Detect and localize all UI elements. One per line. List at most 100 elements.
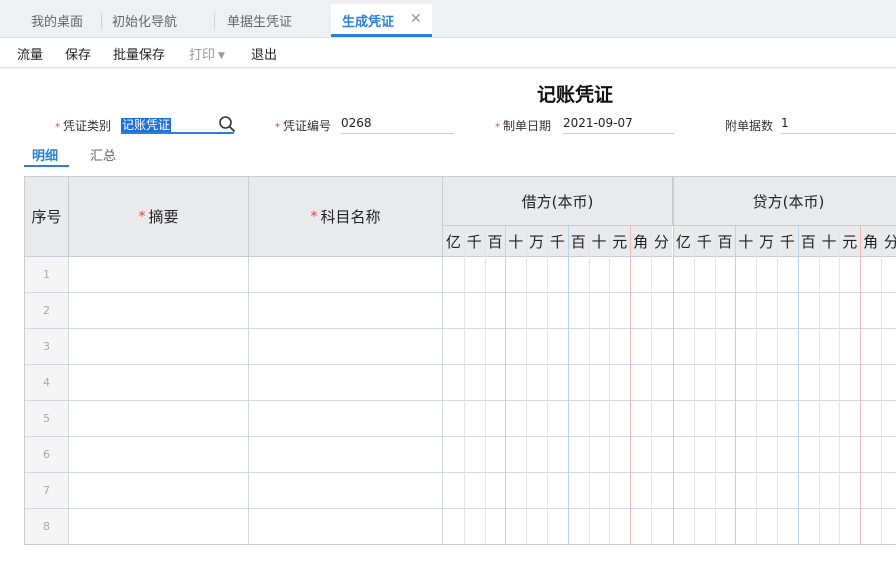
print-button[interactable]: 打印 ▼ xyxy=(189,44,225,63)
debit-digit-header: 亿 xyxy=(443,226,464,257)
row-number: 5 xyxy=(25,401,69,437)
debit-digit-header: 十 xyxy=(588,226,610,257)
tab-desktop[interactable]: 我的桌面 xyxy=(31,11,83,31)
amount-cell[interactable] xyxy=(443,473,896,509)
search-icon[interactable] xyxy=(218,115,236,133)
col-header-credit: 贷方(本币) xyxy=(673,177,896,226)
row-number: 1 xyxy=(25,257,69,293)
credit-digit-header: 角 xyxy=(860,226,881,257)
toolbar: 流量 保存 批量保存 打印 ▼ 退出 xyxy=(0,38,896,68)
amount-cell[interactable] xyxy=(443,401,896,437)
required-mark: * xyxy=(310,208,318,225)
digit-divider xyxy=(714,226,716,544)
subject-cell[interactable] xyxy=(249,401,443,437)
credit-digit-header: 百 xyxy=(714,226,736,257)
tab-doc-voucher[interactable]: 单据生凭证 xyxy=(227,11,292,31)
credit-digit-header: 百 xyxy=(797,226,819,257)
amount-cell[interactable] xyxy=(443,509,896,544)
col-header-seq: 序号 xyxy=(25,177,69,257)
digit-divider xyxy=(797,226,799,544)
voucher-number-input[interactable]: 0268 xyxy=(341,116,454,134)
subtab-summary[interactable]: 汇总 xyxy=(90,145,116,164)
credit-digit-header: 千 xyxy=(693,226,715,257)
voucher-number-label: * 凭证编号 xyxy=(275,117,331,134)
credit-digit-header: 十 xyxy=(735,226,757,257)
row-number: 2 xyxy=(25,293,69,329)
col-header-summary-text: 摘要 xyxy=(148,208,179,226)
credit-digit-header: 亿 xyxy=(673,226,694,257)
amount-cell[interactable] xyxy=(443,437,896,473)
tab-bar: 我的桌面 初始化导航 单据生凭证 生成凭证 ✕ xyxy=(0,0,896,38)
debit-digit-header: 百 xyxy=(567,226,589,257)
chevron-down-icon: ▼ xyxy=(218,51,225,61)
digit-divider xyxy=(839,226,841,544)
summary-cell[interactable] xyxy=(69,473,249,509)
col-header-summary: * 摘要 xyxy=(69,177,249,257)
digit-divider xyxy=(777,226,778,544)
flow-button[interactable]: 流量 xyxy=(17,44,43,63)
debit-digit-header: 万 xyxy=(526,226,547,257)
row-number: 8 xyxy=(25,509,69,544)
subject-cell[interactable] xyxy=(249,473,443,509)
digit-divider xyxy=(609,226,611,544)
summary-cell[interactable] xyxy=(69,401,249,437)
voucher-date-label: * 制单日期 xyxy=(495,117,551,134)
digit-divider xyxy=(818,226,820,544)
voucher-type-value: 记账凭证 xyxy=(121,118,172,132)
subject-cell[interactable] xyxy=(249,437,443,473)
amount-cell[interactable] xyxy=(443,329,896,365)
subtab-indicator xyxy=(24,165,69,167)
debit-digit-header: 十 xyxy=(505,226,527,257)
exit-button[interactable]: 退出 xyxy=(251,44,277,63)
required-mark: * xyxy=(138,208,146,225)
summary-cell[interactable] xyxy=(69,329,249,365)
digit-divider xyxy=(567,226,569,544)
subject-cell[interactable] xyxy=(249,329,443,365)
digit-divider xyxy=(547,226,548,544)
digit-divider xyxy=(881,226,882,544)
attachments-input[interactable]: 1 xyxy=(781,116,896,134)
amount-cell[interactable] xyxy=(443,257,896,293)
summary-cell[interactable] xyxy=(69,437,249,473)
digit-divider xyxy=(484,226,486,544)
required-mark: * xyxy=(275,122,280,133)
voucher-date-input[interactable]: 2021-09-07 xyxy=(563,116,674,134)
tab-separator xyxy=(101,13,102,29)
col-header-debit: 借方(本币) xyxy=(443,177,673,226)
digit-divider xyxy=(630,226,632,544)
subject-cell[interactable] xyxy=(249,293,443,329)
summary-cell[interactable] xyxy=(69,509,249,544)
subject-cell[interactable] xyxy=(249,365,443,401)
voucher-number-label-text: 凭证编号 xyxy=(283,119,332,133)
batch-save-button[interactable]: 批量保存 xyxy=(113,44,165,63)
close-icon[interactable]: ✕ xyxy=(410,11,422,27)
row-number: 3 xyxy=(25,329,69,365)
save-button[interactable]: 保存 xyxy=(65,44,91,63)
col-header-subject: * 科目名称 xyxy=(249,177,443,257)
voucher-type-label-text: 凭证类别 xyxy=(63,119,112,133)
col-header-subject-text: 科目名称 xyxy=(320,208,381,226)
credit-digit-header: 元 xyxy=(839,226,861,257)
page-title: 记账凭证 xyxy=(537,84,614,106)
tab-generate-voucher[interactable]: 生成凭证 xyxy=(342,11,394,31)
debit-digit-header: 千 xyxy=(547,226,568,257)
digit-divider xyxy=(735,226,737,544)
tab-init-nav[interactable]: 初始化导航 xyxy=(112,11,177,31)
voucher-entry-grid: 序号 * 摘要 * 科目名称 借方(本币) 贷方(本币) 亿千百十万千百十元角分亿千… xyxy=(24,176,896,545)
amount-cell[interactable] xyxy=(443,365,896,401)
summary-cell[interactable] xyxy=(69,365,249,401)
subtab-detail[interactable]: 明细 xyxy=(32,145,58,164)
summary-cell[interactable] xyxy=(69,257,249,293)
digit-divider xyxy=(463,226,465,544)
amount-cell[interactable] xyxy=(443,293,896,329)
subject-cell[interactable] xyxy=(249,509,443,544)
subject-cell[interactable] xyxy=(249,257,443,293)
voucher-date-label-text: 制单日期 xyxy=(503,119,552,133)
summary-cell[interactable] xyxy=(69,293,249,329)
credit-digit-header: 万 xyxy=(756,226,777,257)
debit-digit-header: 千 xyxy=(463,226,485,257)
credit-digit-header: 千 xyxy=(777,226,798,257)
digit-divider xyxy=(526,226,528,544)
credit-digit-header: 十 xyxy=(818,226,840,257)
debit-digit-header: 分 xyxy=(651,226,672,257)
